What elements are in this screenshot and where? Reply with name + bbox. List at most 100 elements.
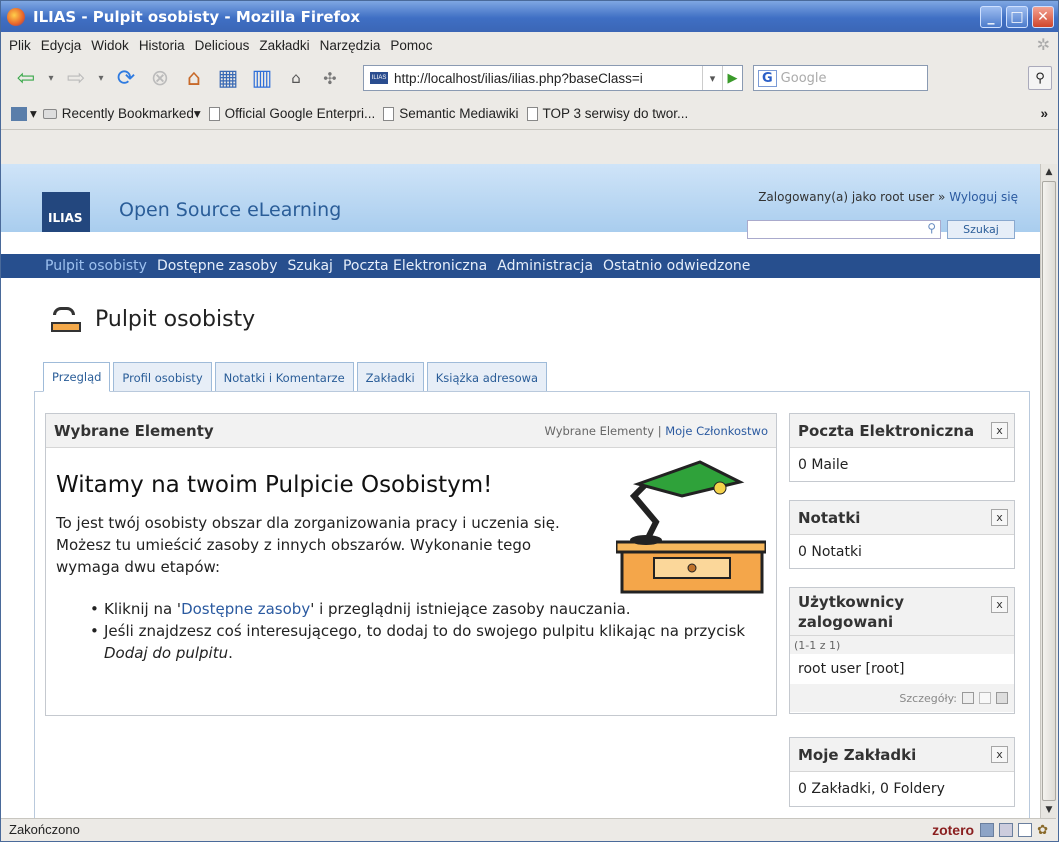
details-minimal-icon[interactable] — [962, 692, 974, 704]
step2-pre: Jeśli znajdzesz coś interesującego, to d… — [104, 622, 746, 640]
nav-pulpit[interactable]: Pulpit osobisty — [45, 258, 147, 274]
status-bar: Zakończono zotero ✿ — [1, 818, 1056, 840]
close-icon[interactable]: x — [991, 509, 1008, 526]
tab-notatki[interactable]: Notatki i Komentarze — [214, 362, 354, 392]
google-engine-icon[interactable]: G — [758, 69, 777, 87]
scroll-thumb[interactable] — [1042, 181, 1056, 801]
scroll-down-icon[interactable]: ▼ — [1041, 802, 1057, 818]
logged-in-label: Zalogowany(a) jako root user » — [758, 190, 946, 204]
status-text: Zakończono — [9, 822, 80, 837]
url-bar[interactable]: ILIAS http://localhost/ilias/ilias.php?b… — [363, 65, 743, 91]
bookmarks-menu-icon[interactable]: ▾ — [11, 106, 37, 122]
tag-icon[interactable]: ⌂ — [281, 63, 311, 93]
site-search-input[interactable]: ⚲ — [747, 220, 941, 239]
grid-status-icon[interactable] — [999, 822, 1014, 837]
list-item: Jeśli znajdzesz coś interesującego, to d… — [90, 620, 774, 664]
intro-text: To jest twój osobisty obszar dla zorgani… — [56, 514, 560, 576]
url-text[interactable]: http://localhost/ilias/ilias.php?baseCla… — [394, 71, 702, 86]
google-search-placeholder: Google — [780, 70, 827, 86]
back-dropdown-icon[interactable]: ▾ — [45, 63, 57, 93]
navigation-toolbar: ⇦ ▾ ⇨ ▾ ⟳ ⊗ ⌂ ▦ ▥ ⌂ ✣ ILIAS http://local… — [1, 58, 1058, 98]
desk-lamp-icon — [51, 304, 81, 334]
menu-widok[interactable]: Widok — [91, 38, 129, 53]
step1-post: ' i przeglądnij istniejące zasoby naucza… — [310, 600, 631, 618]
back-icon[interactable]: ⇦ — [11, 63, 41, 93]
home-icon[interactable]: ⌂ — [179, 63, 209, 93]
bookmark-semantic[interactable]: Semantic Mediawiki — [383, 106, 519, 121]
menu-plik[interactable]: Plik — [9, 38, 31, 53]
tab-ksiazka[interactable]: Książka adresowa — [426, 362, 548, 392]
sidebar-icon[interactable]: ▥ — [247, 63, 277, 93]
bookmark-label: Recently Bookmarked — [61, 106, 194, 121]
mail-panel: Poczta Elektroniczna x 0 Maile — [789, 413, 1015, 482]
logout-link[interactable]: Wyloguj się — [949, 190, 1018, 204]
google-search-box[interactable]: G Google — [753, 65, 928, 91]
nav-administracja[interactable]: Administracja — [497, 258, 593, 274]
menu-zakladki[interactable]: Zakładki — [259, 38, 309, 53]
user-entry[interactable]: root user [root] — [790, 654, 1014, 684]
close-icon[interactable]: x — [991, 746, 1008, 763]
more-bookmarks-icon[interactable]: » — [1040, 106, 1048, 121]
details-medium-icon[interactable] — [979, 692, 991, 704]
firefox-icon — [7, 7, 25, 26]
close-window-button[interactable]: ✕ — [1032, 5, 1054, 28]
steps-list: Kliknij na 'Dostępne zasoby' i przeglądn… — [90, 598, 774, 664]
ilias-logo[interactable]: ILIAS — [42, 192, 90, 232]
featured-options: Wybrane Elementy | Moje Członkostwo — [545, 424, 768, 438]
details-label: Szczegóły: — [899, 691, 957, 705]
close-icon[interactable]: x — [991, 422, 1008, 439]
nav-ostatnio[interactable]: Ostatnio odwiedzone — [603, 258, 750, 274]
go-icon[interactable]: ▶ — [722, 66, 742, 90]
nav-dostepne[interactable]: Dostępne zasoby — [157, 258, 278, 274]
menu-edycja[interactable]: Edycja — [41, 38, 82, 53]
details-full-icon[interactable] — [996, 692, 1008, 704]
nav-szukaj[interactable]: Szukaj — [287, 258, 332, 274]
stop-icon[interactable]: ⊗ — [145, 63, 175, 93]
page-heading: Pulpit osobisty — [95, 306, 256, 332]
forward-dropdown-icon[interactable]: ▾ — [95, 63, 107, 93]
tab-przeglad[interactable]: Przegląd — [43, 362, 111, 392]
notes-panel: Notatki x 0 Notatki — [789, 500, 1015, 569]
desk-lamp-illustration — [616, 460, 766, 594]
nav-poczta[interactable]: Poczta Elektroniczna — [343, 258, 487, 274]
delicious-status-icon[interactable] — [980, 822, 995, 837]
main-navigation: Pulpit osobisty Dostępne zasoby Szukaj P… — [1, 254, 1040, 278]
membership-link[interactable]: Moje Członkostwo — [665, 424, 768, 438]
forward-icon[interactable]: ⇨ — [61, 63, 91, 93]
url-dropdown-icon[interactable]: ▾ — [702, 66, 722, 90]
search-button[interactable]: Szukaj — [947, 220, 1015, 239]
bookmark-top3[interactable]: TOP 3 serwisy do twor... — [526, 106, 688, 121]
minimize-button[interactable]: _ — [980, 5, 1002, 28]
menu-pomoc[interactable]: Pomoc — [390, 38, 432, 53]
delicious-icon[interactable]: ▦ — [213, 63, 243, 93]
reload-icon[interactable]: ⟳ — [111, 63, 141, 93]
extension-status-icon[interactable]: ✿ — [1037, 822, 1048, 838]
tab-profil[interactable]: Profil osobisty — [113, 362, 212, 392]
bookmark-google[interactable]: Official Google Enterpri... — [208, 106, 375, 121]
vertical-scrollbar[interactable]: ▲ ▼ — [1040, 164, 1057, 818]
tab-bar: Przegląd Profil osobisty Notatki i Komen… — [43, 362, 550, 392]
available-resources-link[interactable]: Dostępne zasoby — [181, 600, 310, 618]
featured-option-selected: Wybrane Elementy — [544, 423, 655, 438]
menu-delicious[interactable]: Delicious — [195, 38, 250, 53]
details-row: Szczegóły: — [790, 684, 1014, 712]
menu-narzedzia[interactable]: Narzędzia — [320, 38, 381, 53]
bookmark-recently[interactable]: Recently Bookmarked ▾ — [42, 106, 201, 122]
zotero-button[interactable]: zotero — [932, 822, 974, 838]
extension-icon[interactable]: ✣ — [315, 63, 345, 93]
close-icon[interactable]: x — [991, 596, 1008, 613]
mail-header: Poczta Elektroniczna x — [790, 414, 1014, 448]
throbber-icon: ✲ — [1036, 37, 1050, 54]
menu-historia[interactable]: Historia — [139, 38, 185, 53]
online-users-panel: Użytkownicy zalogowani x (1-1 z 1) root u… — [789, 587, 1015, 714]
mail-status-icon[interactable] — [1018, 822, 1033, 837]
tab-zakladki[interactable]: Zakładki — [356, 362, 424, 392]
maximize-button[interactable]: □ — [1006, 5, 1028, 28]
bookmark-label: Semantic Mediawiki — [399, 106, 519, 121]
search-icon[interactable]: ⚲ — [1028, 66, 1052, 90]
scroll-up-icon[interactable]: ▲ — [1041, 164, 1057, 180]
mail-title: Poczta Elektroniczna — [798, 421, 975, 440]
bookmarks-panel: Moje Zakładki x 0 Zakładki, 0 Foldery — [789, 737, 1015, 807]
add-to-desktop-label: Dodaj do pulpitu — [104, 644, 229, 662]
users-title: Użytkownicy zalogowani — [798, 592, 905, 631]
